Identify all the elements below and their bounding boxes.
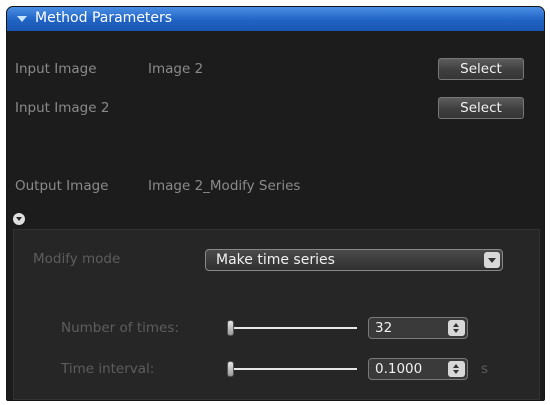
time-interval-unit: s [481, 361, 489, 377]
number-of-times-spinbox[interactable]: 32 [368, 317, 468, 339]
select-input-image-1-button[interactable]: Select [438, 58, 524, 80]
input-image-1-value: Image 2 [148, 61, 204, 77]
output-image-value: Image 2_Modify Series [148, 178, 301, 194]
time-interval-slider-track[interactable] [229, 368, 357, 370]
number-of-times-value: 32 [375, 320, 393, 336]
collapse-triangle-icon[interactable] [17, 16, 27, 22]
time-interval-slider-handle[interactable] [227, 361, 234, 377]
method-parameters-panel: Method Parameters Input Image Image 2 Se… [6, 6, 545, 401]
modify-mode-selected: Make time series [216, 252, 335, 268]
number-of-times-slider-track[interactable] [229, 327, 357, 329]
time-interval-label: Time interval: [61, 361, 155, 377]
input-image-2-label: Input Image 2 [15, 100, 110, 116]
panel-header[interactable]: Method Parameters [7, 7, 544, 31]
modify-mode-dropdown[interactable]: Make time series [205, 249, 503, 271]
chevron-down-icon[interactable] [484, 252, 500, 268]
select-input-image-2-button[interactable]: Select [438, 97, 524, 119]
number-of-times-slider-handle[interactable] [227, 320, 234, 336]
time-interval-value: 0.1000 [375, 361, 423, 377]
expand-chevron-icon[interactable] [13, 213, 25, 225]
modify-mode-label: Modify mode [33, 251, 121, 267]
input-image-1-label: Input Image [15, 61, 97, 77]
number-of-times-label: Number of times: [61, 320, 179, 336]
up-down-arrows-icon[interactable] [448, 320, 465, 336]
up-down-arrows-icon[interactable] [448, 361, 465, 377]
output-image-label: Output Image [15, 178, 109, 194]
time-interval-spinbox[interactable]: 0.1000 [368, 358, 468, 380]
panel-title: Method Parameters [35, 10, 173, 26]
